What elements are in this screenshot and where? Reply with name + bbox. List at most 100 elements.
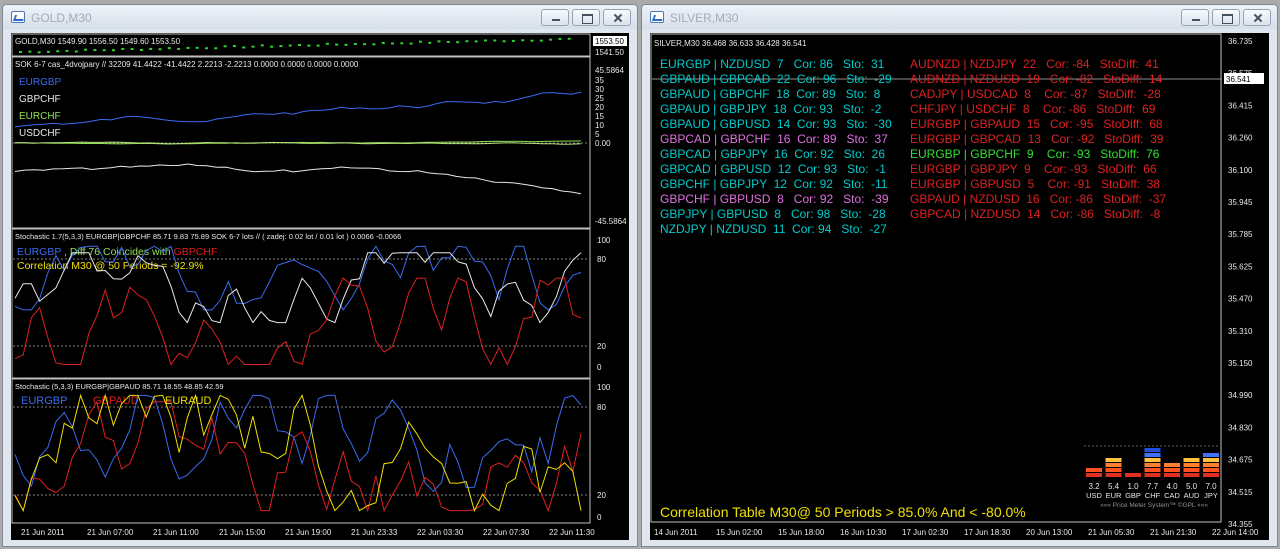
silver-price-label: 35.625 [1228,262,1253,271]
gold-candle [549,38,553,41]
positive-correlation-row: GBPCAD | GBPCHF 16 Cor: 89 Sto: 37 [660,132,888,146]
silver-price-label: 35.945 [1228,198,1253,207]
negative-correlation-row: AUDNZD | NZDUSD 19 Cor: -82 StoDiff: 14 [910,72,1163,86]
meter-bar-aud [1183,468,1200,472]
stoch2-scale-label: 100 [597,383,611,392]
gold-candle [465,40,469,43]
silver-price-label: 36.100 [1228,166,1253,175]
stoch2-gbpaud-line [14,400,582,513]
meter-bar-chf [1144,463,1161,467]
meter-bar-jpy [1203,473,1219,477]
positive-correlation-row: GBPCAD | GBPUSD 12 Cor: 93 Sto: -1 [660,162,886,176]
silver-price-label: 34.515 [1228,488,1253,497]
gold-candle [84,48,88,51]
silver-time-label: 17 Jun 02:30 [902,528,949,537]
gold-candle [335,43,339,46]
gold-candle [521,39,525,42]
sok-scale-label: 25 [595,94,604,103]
silver-price-label: 36.260 [1228,134,1253,143]
sok-scale-label: 35 [595,76,604,85]
negative-correlation-row: EURGBP | GBPCAD 13 Cor: -92 StoDiff: 39 [910,132,1164,146]
negative-correlation-row: CADJPY | USDCAD 8 Cor: -87 StoDiff: -28 [910,87,1161,101]
gold-time-label: 21 Jun 11:00 [153,528,199,537]
current-price-label: 36.541 [1226,75,1251,84]
meter-bar-jpy [1203,453,1219,457]
gold-time-label: 21 Jun 07:00 [87,528,134,537]
meter-bar-eur [1105,458,1122,462]
gold-candle [428,41,432,44]
silver-price-label: 35.470 [1228,295,1253,304]
silver-price-label: 34.990 [1228,391,1253,400]
silver-chart-area[interactable]: SILVER,M30 36.468 36.633 36.428 36.541 36… [650,33,1269,540]
stoch2-euraud-line [14,393,582,512]
silver-time-label: 20 Jun 13:00 [1026,528,1073,537]
minimize-icon[interactable] [541,9,569,26]
gold-time-label: 22 Jun 07:30 [483,528,530,537]
stoch1-scale-label: 0 [597,363,602,372]
gold-candle [56,50,60,53]
gold-ohlc-header: GOLD,M30 1549.90 1556.50 1549.60 1553.50 [15,37,181,46]
window-titlebar[interactable]: GOLD,M30 [3,5,637,29]
gold-candle [391,42,394,45]
meter-value-aud: 5.0 [1186,482,1198,491]
meter-value-chf: 7.7 [1147,482,1159,491]
close-icon[interactable] [603,9,631,26]
meter-bar-eur [1105,468,1122,472]
gold-candle [539,39,543,42]
sok-indicator-header: SOK 6-7 cas_4dvojpary // 32209 41.4422 -… [15,60,359,69]
gold-candle [167,47,171,50]
current-price-label: 1553.50 [595,37,624,46]
sok-scale-label: -45.5864 [595,217,627,226]
close-icon[interactable] [1243,9,1271,26]
positive-correlation-row: GBPAUD | GBPJPY 18 Cor: 93 Sto: -2 [660,102,882,116]
gold-chart-canvas[interactable]: GOLD,M30 1549.90 1556.50 1549.60 1553.50… [11,33,631,542]
positive-correlation-row: GBPAUD | GBPUSD 14 Cor: 93 Sto: -30 [660,117,892,131]
gold-candle [205,47,208,50]
sok-scale-label: 20 [595,103,604,112]
gold-candle [112,49,115,52]
eurgbp-strength-line [14,91,582,128]
negative-correlation-row: CHFJPY | USDCHF 8 Cor: -86 StoDiff: 69 [910,102,1156,116]
gold-chart-window[interactable]: GOLD,M30 GOLD,M30 1549.90 1556.50 1549.6… [2,4,638,547]
gold-candle [484,39,487,42]
restore-icon[interactable] [572,9,600,26]
gold-candle [353,42,357,45]
meter-bar-jpy [1203,468,1219,472]
window-titlebar[interactable]: SILVER,M30 [642,5,1277,29]
stoch2-eurgbp-line [14,394,582,493]
gold-candle [37,51,41,54]
meter-bar-cad [1164,468,1180,472]
silver-chart-window[interactable]: SILVER,M30 SILVER,M30 36.468 36.633 36.4… [641,4,1278,547]
silver-time-label: 15 Jun 18:00 [778,528,825,537]
stoch1-scale-label: 100 [597,236,611,245]
meter-code-usd: USD [1086,491,1102,500]
meter-bar-usd [1086,468,1102,472]
restore-icon[interactable] [1212,9,1240,26]
silver-time-label: 14 Jun 2011 [654,528,698,537]
gold-candle [19,51,22,54]
price-meter-caption: »»» Price Meter System™ ©GPL ««« [1100,501,1208,509]
gold-chart-area[interactable]: GOLD,M30 1549.90 1556.50 1549.60 1553.50… [11,33,629,540]
meter-code-eur: EUR [1106,491,1122,500]
gold-candle [418,40,422,43]
stoch2-header: Stochastic (5,3,3) EURGBP|GBPAUD 85.71 1… [15,382,224,391]
meter-bar-chf [1144,468,1161,472]
meter-bar-aud [1183,473,1200,477]
negative-correlation-row: AUDNZD | NZDJPY 22 Cor: -84 StoDiff: 41 [910,57,1159,71]
meter-code-jpy: JPY [1204,491,1218,500]
gold-candle [558,37,562,40]
meter-code-aud: AUD [1184,491,1200,500]
positive-correlation-row: GBPCHF | GBPUSD 8 Cor: 92 Sto: -39 [660,192,889,206]
sok-legend-usdchf: USDCHF [19,128,61,139]
silver-price-label: 36.735 [1228,37,1253,46]
meter-bar-chf [1144,458,1161,462]
gold-candle [102,49,106,52]
window-title: GOLD,M30 [31,11,92,25]
gold-candle [232,45,236,48]
positive-correlation-row: GBPCHF | GBPJPY 12 Cor: 92 Sto: -11 [660,177,888,191]
silver-time-label: 22 Jun 14:00 [1212,528,1259,537]
minimize-icon[interactable] [1181,9,1209,26]
gold-candle [474,40,478,43]
meter-bar-cad [1164,473,1180,477]
stoch1-header: Stochastic 1.7(5,3,3) EURGBP|GBPCHF 85.7… [15,232,401,241]
